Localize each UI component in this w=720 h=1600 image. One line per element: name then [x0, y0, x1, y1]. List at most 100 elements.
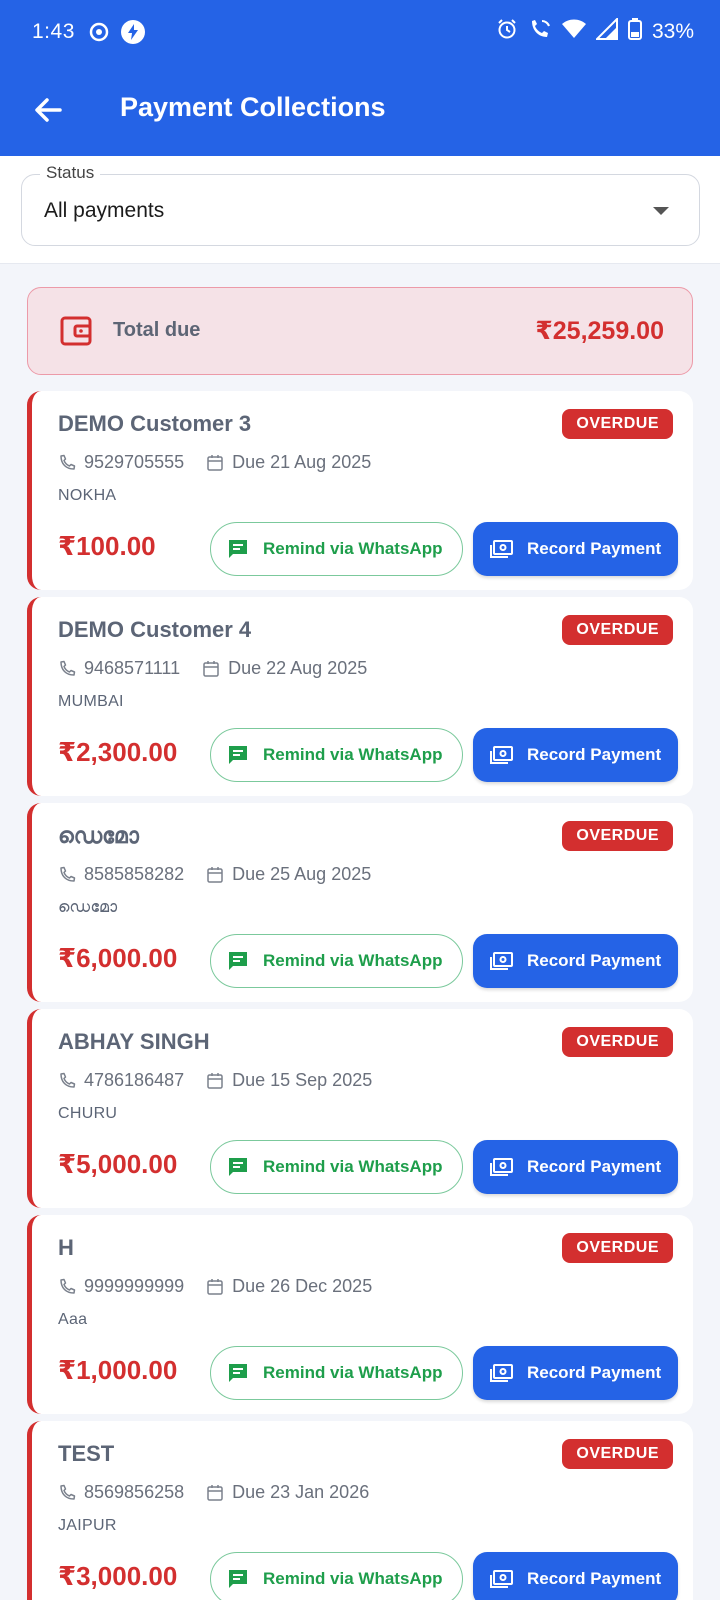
customer-meta: 9468571111 Due 22 Aug 2025: [58, 658, 367, 679]
record-payment-button[interactable]: Record Payment: [473, 1346, 678, 1400]
back-arrow-icon[interactable]: [30, 92, 66, 128]
customer-name: ഡെമോ: [58, 823, 139, 848]
customer-meta: 4786186487 Due 15 Sep 2025: [58, 1070, 372, 1091]
phone-icon: [58, 660, 76, 678]
remind-whatsapp-label: Remind via WhatsApp: [263, 1157, 443, 1176]
due-date: Due 21 Aug 2025: [232, 452, 372, 472]
remind-whatsapp-button[interactable]: Remind via WhatsApp: [210, 728, 463, 782]
amount-due: ₹5,000.00: [58, 1149, 178, 1179]
customer-city: CHURU: [58, 1105, 118, 1122]
bolt-icon: [120, 19, 146, 50]
cash-icon: [489, 1157, 513, 1177]
due-date: Due 22 Aug 2025: [228, 658, 368, 678]
status-badge: OVERDUE: [562, 821, 673, 851]
record-payment-button[interactable]: Record Payment: [473, 1552, 678, 1600]
payment-card: DEMO Customer 3 OVERDUE 9529705555 Due 2…: [27, 391, 693, 590]
phone-icon: [58, 1278, 76, 1296]
status-select[interactable]: Status All payments: [21, 163, 700, 246]
cash-icon: [489, 951, 513, 971]
status-badge: OVERDUE: [562, 409, 673, 439]
status-badge: OVERDUE: [562, 615, 673, 645]
amount-due: ₹6,000.00: [58, 943, 178, 973]
alarm-icon: [496, 18, 518, 45]
remind-whatsapp-label: Remind via WhatsApp: [263, 951, 443, 970]
customer-meta: 9529705555 Due 21 Aug 2025: [58, 452, 371, 473]
customer-name: H: [58, 1235, 74, 1260]
battery-icon: [627, 18, 642, 45]
app-bar: Payment Collections: [0, 64, 720, 156]
cash-icon: [489, 1363, 513, 1383]
remind-whatsapp-label: Remind via WhatsApp: [263, 1569, 443, 1588]
remind-whatsapp-button[interactable]: Remind via WhatsApp: [210, 1346, 463, 1400]
cash-icon: [489, 1569, 513, 1589]
customer-phone[interactable]: 9529705555: [84, 452, 184, 473]
wallet-icon: [60, 316, 92, 351]
dropdown-caret-icon: [653, 207, 669, 215]
message-icon: [227, 538, 249, 560]
phone-icon: [58, 1072, 76, 1090]
status-badge: OVERDUE: [562, 1027, 673, 1057]
record-payment-button[interactable]: Record Payment: [473, 1140, 678, 1194]
cash-icon: [489, 745, 513, 765]
status-badge: OVERDUE: [562, 1439, 673, 1469]
due-date: Due 15 Sep 2025: [232, 1070, 373, 1090]
customer-phone[interactable]: 4786186487: [84, 1070, 184, 1091]
calendar-icon: [206, 1072, 224, 1090]
customer-phone[interactable]: 9468571111: [84, 658, 180, 679]
customer-city: JAIPUR: [58, 1517, 117, 1534]
record-payment-button[interactable]: Record Payment: [473, 934, 678, 988]
filter-area: Status All payments: [0, 156, 720, 264]
customer-city: ഡെമോ: [58, 899, 118, 916]
customer-name: DEMO Customer 3: [58, 411, 252, 436]
total-due-label: Total due: [113, 319, 201, 341]
status-bar: 1:43 33%: [0, 0, 720, 64]
payment-card: ABHAY SINGH OVERDUE 4786186487 Due 15 Se…: [27, 1009, 693, 1208]
remind-whatsapp-label: Remind via WhatsApp: [263, 539, 443, 558]
record-payment-label: Record Payment: [527, 539, 662, 558]
phone-icon: [58, 866, 76, 884]
message-icon: [227, 744, 249, 766]
page-title: Payment Collections: [120, 92, 386, 122]
remind-whatsapp-button[interactable]: Remind via WhatsApp: [210, 1140, 463, 1194]
customer-city: MUMBAI: [58, 693, 124, 710]
remind-whatsapp-button[interactable]: Remind via WhatsApp: [210, 934, 463, 988]
calendar-icon: [202, 660, 220, 678]
message-icon: [227, 950, 249, 972]
record-payment-label: Record Payment: [527, 1363, 662, 1382]
due-date: Due 26 Dec 2025: [232, 1276, 373, 1296]
customer-meta: 9999999999 Due 26 Dec 2025: [58, 1276, 372, 1297]
record-payment-label: Record Payment: [527, 951, 662, 970]
record-payment-button[interactable]: Record Payment: [473, 728, 678, 782]
customer-phone[interactable]: 9999999999: [84, 1276, 184, 1297]
customer-name: DEMO Customer 4: [58, 617, 252, 642]
due-date: Due 25 Aug 2025: [232, 864, 372, 884]
remind-whatsapp-button[interactable]: Remind via WhatsApp: [210, 1552, 463, 1600]
customer-city: NOKHA: [58, 487, 117, 504]
message-icon: [227, 1568, 249, 1590]
amount-due: ₹2,300.00: [58, 737, 178, 767]
status-badge: OVERDUE: [562, 1233, 673, 1263]
payment-card: H OVERDUE 9999999999 Due 26 Dec 2025 Aaa…: [27, 1215, 693, 1414]
customer-phone[interactable]: 8569856258: [84, 1482, 184, 1503]
record-payment-label: Record Payment: [527, 1569, 662, 1588]
record-payment-button[interactable]: Record Payment: [473, 522, 678, 576]
phone-icon: [58, 1484, 76, 1502]
payment-card: TEST OVERDUE 8569856258 Due 23 Jan 2026 …: [27, 1421, 693, 1600]
calendar-icon: [206, 454, 224, 472]
status-select-value: All payments: [44, 199, 165, 222]
remind-whatsapp-button[interactable]: Remind via WhatsApp: [210, 522, 463, 576]
signal-icon: [594, 16, 618, 45]
record-payment-label: Record Payment: [527, 1157, 662, 1176]
cash-icon: [489, 539, 513, 559]
wifi-icon: [561, 19, 586, 44]
phone-icon: [58, 454, 76, 472]
record-payment-label: Record Payment: [527, 745, 662, 764]
focus-mode-icon: [88, 21, 110, 48]
message-icon: [227, 1156, 249, 1178]
payment-card: DEMO Customer 4 OVERDUE 9468571111 Due 2…: [27, 597, 693, 796]
total-due-amount: ₹25,259.00: [535, 317, 664, 345]
customer-meta: 8585858282 Due 25 Aug 2025: [58, 864, 371, 885]
status-select-label: Status: [40, 163, 101, 183]
remind-whatsapp-label: Remind via WhatsApp: [263, 1363, 443, 1382]
customer-phone[interactable]: 8585858282: [84, 864, 184, 885]
